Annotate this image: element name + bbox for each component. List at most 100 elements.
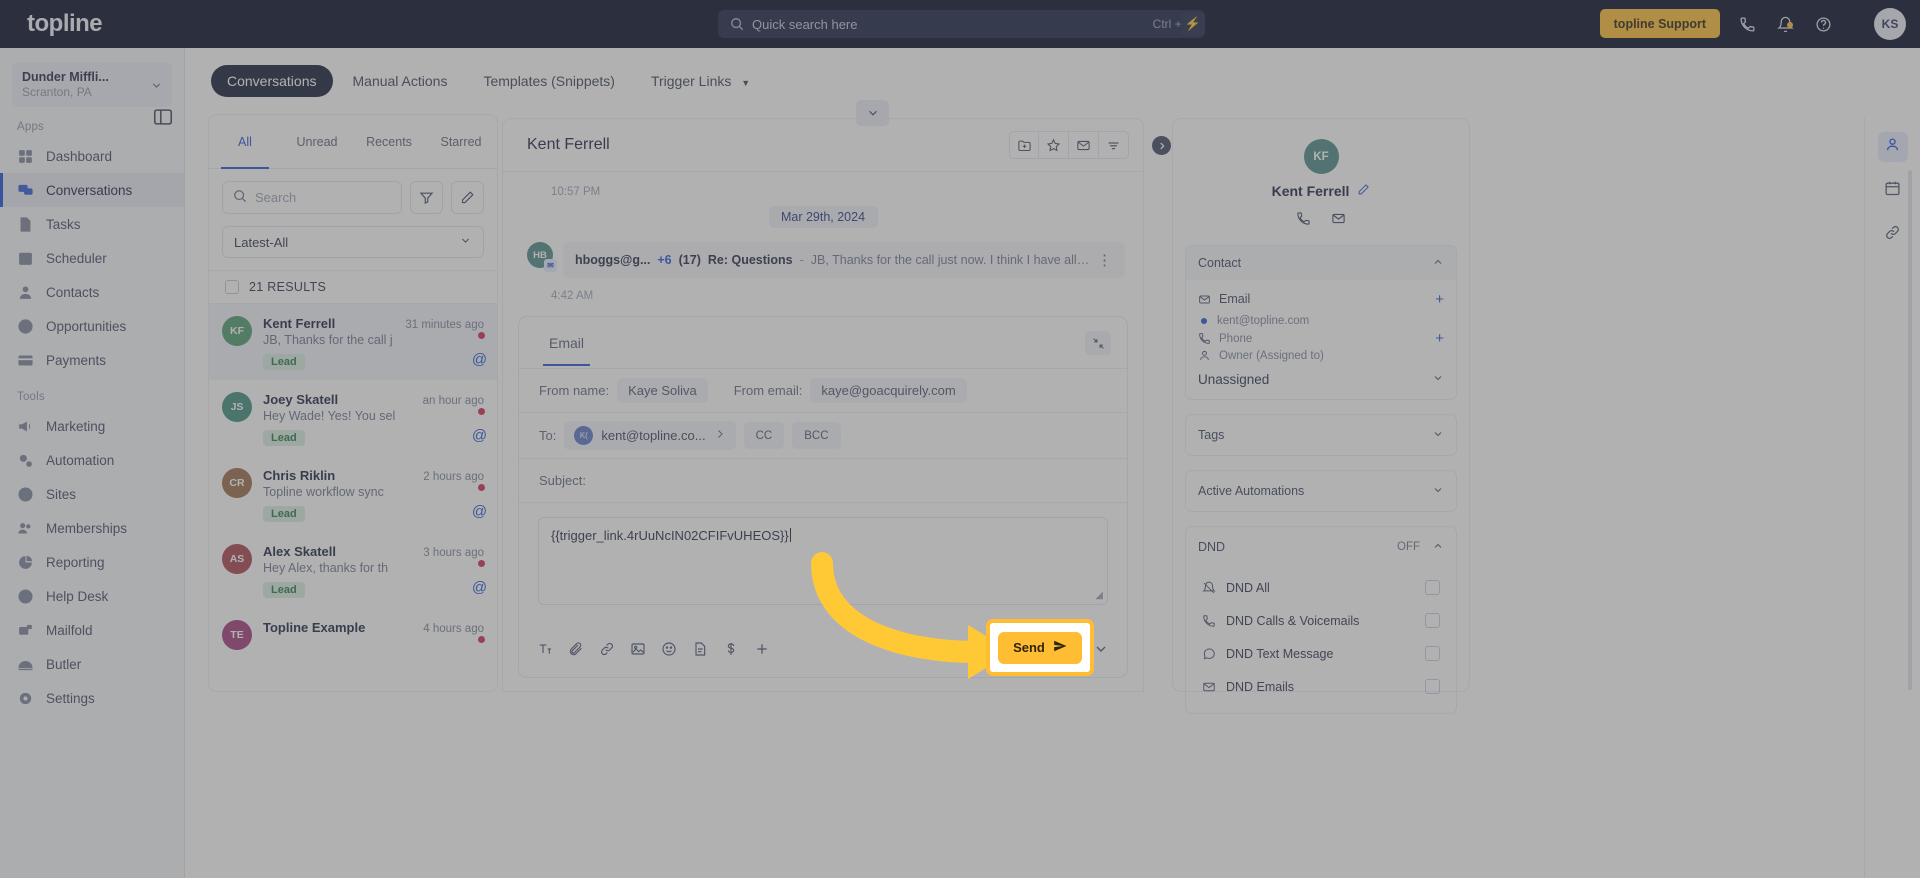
- add-to-folder-button[interactable]: [1009, 131, 1039, 159]
- link-icon[interactable]: [599, 641, 615, 662]
- subject-label: Subject:: [539, 473, 586, 488]
- phone-icon[interactable]: [1296, 211, 1311, 231]
- tab-email[interactable]: Email: [542, 319, 591, 366]
- thread-message[interactable]: HB ✉ hboggs@g... +6 (17) Re: Questions -…: [503, 228, 1143, 278]
- tab-manual-actions[interactable]: Manual Actions: [337, 65, 464, 97]
- sidebar-item-memberships[interactable]: Memberships: [0, 511, 184, 545]
- bcc-button[interactable]: BCC: [792, 422, 841, 449]
- sort-select[interactable]: Latest-All: [222, 226, 484, 258]
- sidebar-item-settings[interactable]: Settings: [0, 681, 184, 715]
- sidebar-item-conversations[interactable]: Conversations: [0, 173, 184, 207]
- collapse-diagonal-icon[interactable]: [1085, 331, 1111, 355]
- app-logo[interactable]: topline: [27, 10, 103, 38]
- rail-person-button[interactable]: [1877, 132, 1908, 162]
- subject-field[interactable]: Subject:: [519, 459, 1127, 503]
- sidebar-item-payments[interactable]: Payments: [0, 343, 184, 377]
- expand-panel-button[interactable]: [1152, 136, 1171, 155]
- app-root: topline Quick search here Ctrl + K ⚡ top…: [0, 0, 1920, 878]
- send-button-highlight[interactable]: Send: [986, 619, 1094, 676]
- tags-section-header[interactable]: Tags: [1186, 415, 1456, 455]
- template-icon[interactable]: [692, 641, 708, 662]
- mark-unread-button[interactable]: [1069, 131, 1099, 159]
- sidebar-item-tasks[interactable]: Tasks: [0, 207, 184, 241]
- dnd-all-row[interactable]: DND All: [1198, 571, 1444, 604]
- from-email-field[interactable]: kaye@goacquirely.com: [810, 378, 967, 403]
- list-item[interactable]: JS Joey Skatell an hour ago Hey Wade! Ye…: [209, 380, 497, 456]
- dnd-checkbox[interactable]: [1425, 646, 1440, 661]
- sidebar-item-dashboard[interactable]: Dashboard: [0, 139, 184, 173]
- recipient-chip[interactable]: K( kent@topline.co...: [564, 421, 736, 450]
- section-title: DND: [1198, 540, 1226, 554]
- sidebar-item-scheduler[interactable]: Scheduler: [0, 241, 184, 275]
- dnd-checkbox[interactable]: [1425, 679, 1440, 694]
- support-button[interactable]: topline Support: [1599, 9, 1720, 38]
- dnd-calls-row[interactable]: DND Calls & Voicemails: [1198, 604, 1444, 637]
- pencil-icon[interactable]: [1357, 183, 1370, 199]
- plus-icon[interactable]: +: [1435, 330, 1444, 347]
- avatar[interactable]: KS: [1874, 8, 1906, 40]
- plus-icon[interactable]: +: [1435, 291, 1444, 308]
- owner-select[interactable]: Unassigned: [1198, 372, 1444, 387]
- section-title: Active Automations: [1198, 484, 1305, 498]
- list-item[interactable]: TE Topline Example 4 hours ago: [209, 608, 497, 660]
- cc-button[interactable]: CC: [743, 422, 785, 449]
- envelope-icon[interactable]: [1331, 211, 1346, 231]
- pencil-icon[interactable]: [451, 181, 484, 214]
- tab-conversations[interactable]: Conversations: [211, 65, 333, 97]
- sidebar-collapse-toggle[interactable]: [152, 106, 174, 128]
- sidebar-item-contacts[interactable]: Contacts: [0, 275, 184, 309]
- dnd-emails-row[interactable]: DND Emails: [1198, 670, 1444, 703]
- dnd-text-row[interactable]: DND Text Message: [1198, 637, 1444, 670]
- dnd-section-header[interactable]: DND OFF: [1186, 527, 1456, 567]
- sidebar-item-opportunities[interactable]: Opportunities: [0, 309, 184, 343]
- emoji-icon[interactable]: [661, 641, 677, 662]
- sidebar-item-marketing[interactable]: Marketing: [0, 409, 184, 443]
- tab-recents[interactable]: Recents: [353, 115, 425, 168]
- filter-button[interactable]: [1099, 131, 1129, 159]
- rail-calendar-button[interactable]: [1878, 176, 1908, 206]
- payment-icon[interactable]: [723, 641, 739, 662]
- tab-starred[interactable]: Starred: [425, 115, 497, 168]
- list-item[interactable]: KF Kent Ferrell 31 minutes ago JB, Thank…: [209, 304, 497, 380]
- bell-icon[interactable]: [1772, 11, 1798, 37]
- text-format-icon[interactable]: [537, 641, 553, 662]
- scrollbar[interactable]: [1908, 170, 1912, 690]
- plus-icon[interactable]: [754, 641, 770, 662]
- tab-trigger-links[interactable]: Trigger Links ▼: [635, 65, 766, 97]
- sidebar-item-sites[interactable]: Sites: [0, 477, 184, 511]
- owner-value: Unassigned: [1198, 372, 1270, 387]
- sidebar-item-help-desk[interactable]: Help Desk: [0, 579, 184, 613]
- more-vertical-icon[interactable]: ⋮: [1097, 251, 1113, 269]
- global-search[interactable]: Quick search here Ctrl + K: [718, 10, 1205, 38]
- lightning-icon[interactable]: ⚡: [1181, 12, 1205, 36]
- select-all-checkbox[interactable]: [225, 280, 239, 294]
- tab-templates-snippets[interactable]: Templates (Snippets): [467, 65, 631, 97]
- image-icon[interactable]: [630, 641, 646, 662]
- tab-all[interactable]: All: [209, 115, 281, 169]
- star-button[interactable]: [1039, 131, 1069, 159]
- sidebar-item-reporting[interactable]: Reporting: [0, 545, 184, 579]
- automations-section-header[interactable]: Active Automations: [1186, 471, 1456, 511]
- contact-section-header[interactable]: Contact: [1186, 246, 1456, 280]
- help-icon[interactable]: [1810, 11, 1836, 37]
- sort-value: Latest-All: [234, 234, 289, 250]
- sidebar-item-butler[interactable]: Butler: [0, 647, 184, 681]
- rail-link-button[interactable]: [1878, 220, 1908, 250]
- tab-unread[interactable]: Unread: [281, 115, 353, 168]
- search-input[interactable]: Search: [222, 181, 402, 214]
- thread-collapse-button[interactable]: [856, 100, 889, 126]
- dnd-checkbox[interactable]: [1425, 613, 1440, 628]
- location-selector[interactable]: Dunder Miffli... Scranton, PA: [12, 62, 172, 107]
- send-button-highlighted[interactable]: Send: [998, 631, 1082, 664]
- list-item[interactable]: AS Alex Skatell 3 hours ago Hey Alex, th…: [209, 532, 497, 608]
- from-name-field[interactable]: Kaye Soliva: [617, 378, 708, 403]
- list-item[interactable]: CR Chris Riklin 2 hours ago Topline work…: [209, 456, 497, 532]
- sidebar-item-automation[interactable]: Automation: [0, 443, 184, 477]
- attachment-icon[interactable]: [568, 641, 584, 662]
- calendar-icon: [17, 250, 34, 267]
- phone-icon[interactable]: [1734, 11, 1760, 37]
- dnd-checkbox[interactable]: [1425, 580, 1440, 595]
- filter-icon[interactable]: [410, 181, 443, 214]
- timestamp: 31 minutes ago: [405, 319, 484, 331]
- sidebar-item-mailfold[interactable]: Mailfold: [0, 613, 184, 647]
